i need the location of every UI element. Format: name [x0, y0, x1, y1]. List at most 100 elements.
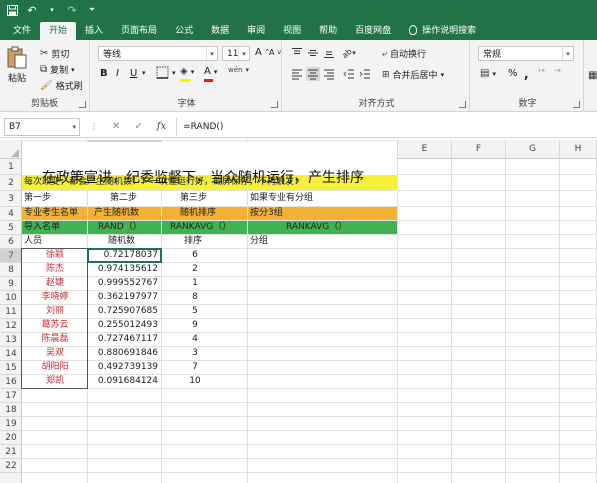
enter-icon[interactable]: ✓ [134, 121, 142, 132]
table-row-rank[interactable]: 8 [162, 291, 228, 304]
table-row-rand[interactable]: 0.091684124 [88, 375, 158, 388]
row-header-14[interactable]: 14 [0, 347, 22, 361]
row-header-9[interactable]: 9 [0, 277, 22, 291]
tab-0[interactable]: 文件 [4, 22, 40, 40]
row-header-22[interactable]: 22 [0, 459, 22, 473]
table-row-rand[interactable]: 0.362197977 [88, 291, 158, 304]
merge-center-button[interactable]: ⊞ 合并后居中 ▾ [382, 68, 444, 82]
table-row-rank[interactable]: 1 [162, 277, 228, 290]
font-name-select[interactable]: 等线 ▾ [98, 46, 218, 61]
table-row-rank[interactable]: 2 [162, 263, 228, 276]
table-row-rank[interactable]: 4 [162, 333, 228, 346]
name-box[interactable]: B7 ▾ [4, 117, 80, 136]
row-header-20[interactable]: 20 [0, 431, 22, 445]
orientation-icon[interactable]: ab ▾ [341, 46, 356, 60]
bold-button[interactable]: B [100, 68, 108, 79]
grow-font-button[interactable]: A ^ [255, 47, 270, 58]
row-header-2[interactable]: 2 [0, 175, 22, 191]
tab-4[interactable]: 公式 [166, 22, 202, 40]
tab-7[interactable]: 视图 [274, 22, 310, 40]
row-header-16[interactable]: 16 [0, 375, 22, 389]
clipboard-launcher-icon[interactable] [79, 101, 86, 108]
align-center-icon[interactable] [306, 67, 320, 81]
column-header-E[interactable]: E [398, 140, 452, 159]
alignment-launcher-icon[interactable] [459, 101, 466, 108]
copy-button[interactable]: ⧉ 复制 ▾ [40, 63, 75, 76]
table-row-rand[interactable]: 0.255012493 [88, 319, 158, 332]
tab-10[interactable]: 操作说明搜索 [400, 22, 485, 40]
tab-3[interactable]: 页面布局 [112, 22, 166, 40]
conditional-format-icon[interactable]: ▦ [588, 70, 597, 81]
cancel-icon[interactable]: ✕ [112, 121, 120, 132]
row-header-10[interactable]: 10 [0, 291, 22, 305]
row-header-4[interactable]: 4 [0, 207, 22, 221]
row-header-18[interactable]: 18 [0, 403, 22, 417]
redo-icon[interactable]: ↷ [66, 4, 78, 17]
row-header-19[interactable]: 19 [0, 417, 22, 431]
table-row-rank[interactable]: 10 [162, 375, 228, 388]
align-left-icon[interactable] [290, 67, 304, 81]
table-row-rank[interactable]: 6 [162, 249, 228, 262]
align-right-icon[interactable] [322, 67, 336, 81]
dropdown-icon[interactable]: ▾ [46, 4, 58, 16]
formula-input[interactable]: =RAND() [176, 117, 597, 136]
decrease-decimal-button[interactable]: ⁻⁰ [554, 68, 561, 76]
italic-button[interactable]: I [116, 68, 119, 79]
font-launcher-icon[interactable] [271, 101, 278, 108]
increase-decimal-button[interactable]: ⁺⁰ [538, 68, 545, 76]
table-row-rand[interactable]: 0.727467117 [88, 333, 158, 346]
column-header-H[interactable]: H [560, 140, 597, 159]
table-row-rand[interactable]: 0.999552767 [88, 277, 158, 290]
fill-color-button[interactable]: ◈ ▾ [180, 66, 194, 82]
comma-button[interactable]: , [524, 67, 529, 81]
insert-function-icon[interactable]: fx [157, 121, 166, 132]
table-row-rand[interactable]: 0.974135612 [88, 263, 158, 276]
table-row-rand[interactable]: 0.725907685 [88, 305, 158, 318]
format-painter-button[interactable]: 🖌 格式刷 [40, 79, 83, 92]
align-middle-icon[interactable] [306, 46, 320, 60]
cut-button[interactable]: ✂ 剪切 [40, 47, 69, 60]
row-header-15[interactable]: 15 [0, 361, 22, 375]
table-row-rank[interactable]: 5 [162, 305, 228, 318]
column-header-F[interactable]: F [452, 140, 506, 159]
table-row-rank[interactable]: 3 [162, 347, 228, 360]
row-header-12[interactable]: 12 [0, 319, 22, 333]
table-row-rand[interactable]: 0.492739139 [88, 361, 158, 374]
tab-9[interactable]: 百度网盘 [346, 22, 400, 40]
underline-button[interactable]: U [130, 68, 137, 79]
cells-area[interactable]: 在政策宣讲，纪委监督下，当众随机运行，产生排序 每次改变，都会产生随机数！！一次性… [21, 142, 597, 483]
number-launcher-icon[interactable] [573, 101, 580, 108]
underline-dropdown[interactable]: ▾ [142, 69, 146, 77]
column-header-G[interactable]: G [506, 140, 560, 159]
selected-cell-b7[interactable] [87, 248, 162, 263]
select-all-button[interactable] [0, 140, 22, 159]
shrink-font-button[interactable]: Av [269, 48, 281, 57]
row-header-7[interactable]: 7 [0, 249, 22, 263]
row-header-5[interactable]: 5 [0, 221, 22, 235]
row-header-1[interactable]: 1 [0, 159, 22, 175]
font-size-select[interactable]: 11 ▾ [222, 46, 250, 61]
tab-6[interactable]: 审阅 [238, 22, 274, 40]
paste-button[interactable]: 粘贴 [6, 46, 28, 84]
undo-icon[interactable]: ↶ [26, 4, 38, 17]
tab-2[interactable]: 插入 [76, 22, 112, 40]
increase-indent-icon[interactable] [358, 67, 372, 81]
phonetic-button[interactable]: wén ▾ [228, 66, 249, 74]
row-header-8[interactable]: 8 [0, 263, 22, 277]
tab-1[interactable]: 开始 [40, 22, 77, 40]
accounting-format-button[interactable]: ▤ ▾ [480, 68, 496, 79]
row-header-11[interactable]: 11 [0, 305, 22, 319]
align-top-icon[interactable] [290, 46, 304, 60]
row-header-21[interactable]: 21 [0, 445, 22, 459]
customize-icon[interactable]: ⏷ [86, 4, 98, 16]
table-row-rank[interactable]: 7 [162, 361, 228, 374]
decrease-indent-icon[interactable] [342, 67, 356, 81]
table-row-rand[interactable]: 0.880691846 [88, 347, 158, 360]
percent-button[interactable]: % [508, 68, 518, 79]
save-icon[interactable] [6, 4, 18, 16]
row-header-17[interactable]: 17 [0, 389, 22, 403]
row-header-13[interactable]: 13 [0, 333, 22, 347]
table-row-rank[interactable]: 9 [162, 319, 228, 332]
tab-5[interactable]: 数据 [202, 22, 238, 40]
wrap-text-button[interactable]: ⤶ 自动换行 [382, 47, 426, 61]
